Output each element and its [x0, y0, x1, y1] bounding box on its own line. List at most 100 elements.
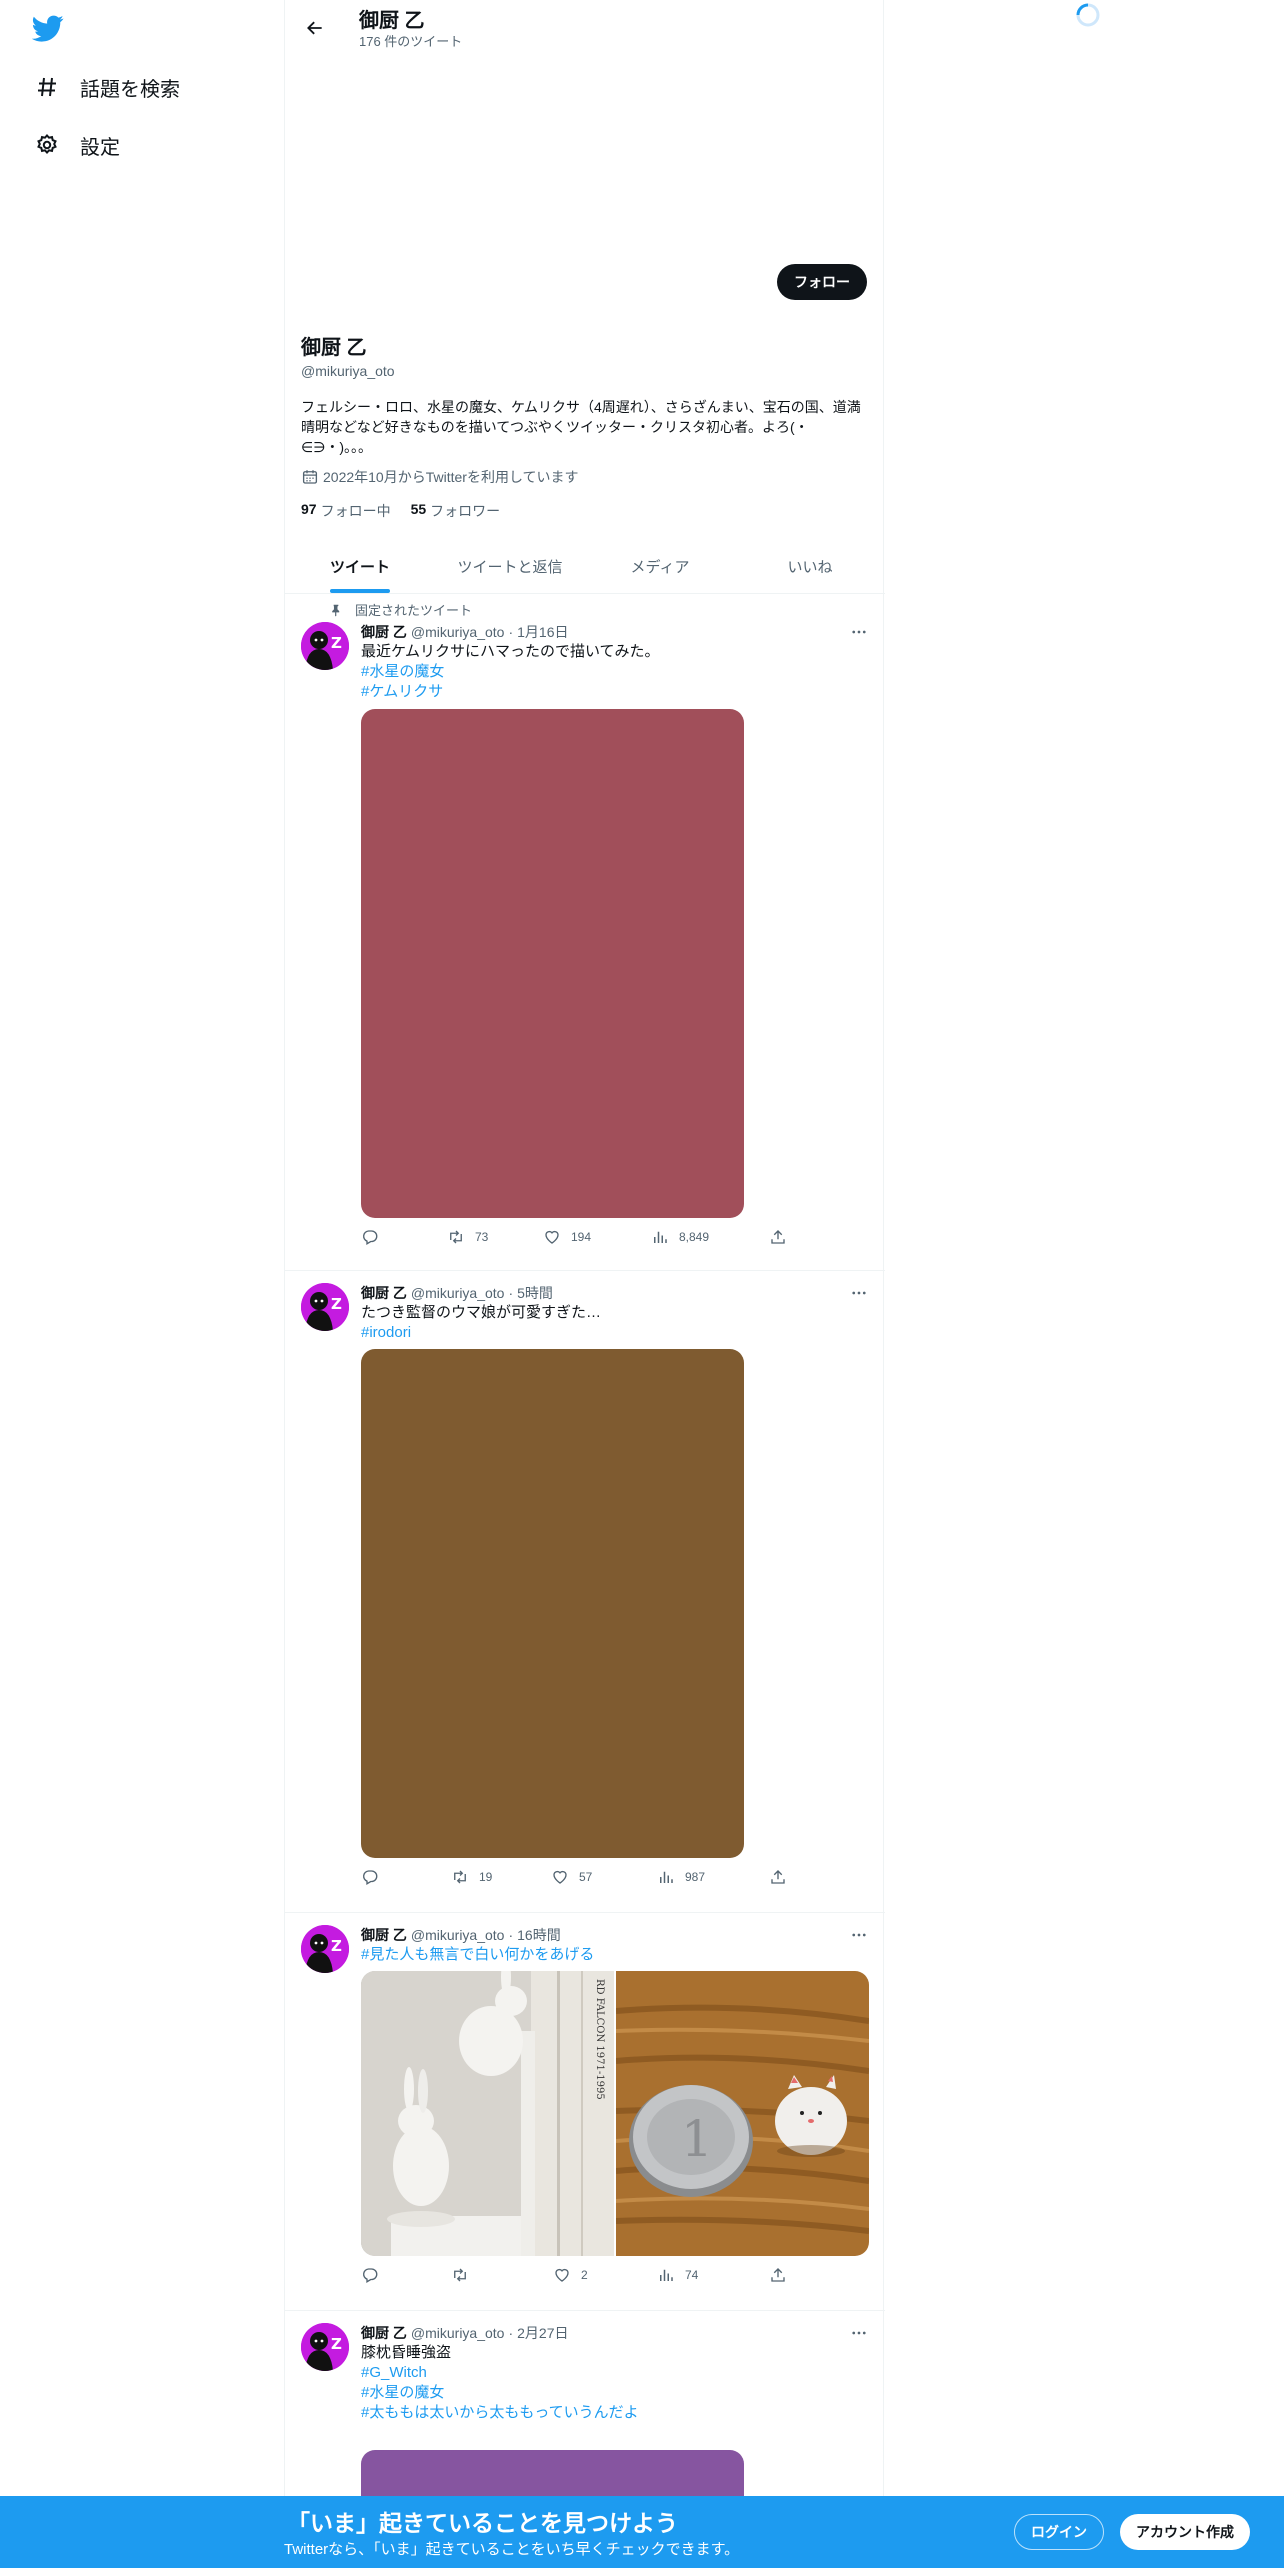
following-link[interactable]: 97 フォロー中: [301, 501, 391, 521]
hashtag-link[interactable]: #水星の魔女: [361, 662, 869, 682]
tweet-time[interactable]: 16時間: [517, 1925, 561, 1945]
like-count: 194: [571, 1230, 592, 1244]
sidebar-item-label: 話題を検索: [80, 78, 180, 101]
svg-text:Z: Z: [331, 1937, 342, 1955]
tweet-content: 御厨 乙 @mikuriya_oto · 5時間 たつき監督のウマ娘が可愛すぎた…: [361, 1283, 869, 1903]
retweet-icon: [454, 2268, 466, 2282]
views-button[interactable]: 987: [657, 1868, 705, 1886]
follow-button[interactable]: フォロー: [777, 264, 867, 300]
tweet-time[interactable]: 5時間: [517, 1283, 553, 1303]
like-button[interactable]: 194: [543, 1228, 591, 1246]
heart-icon: [545, 1230, 559, 1244]
bottom-bar-subtitle: Twitterなら、「いま」起きていることをいち早くチェックできます。: [284, 2541, 740, 2558]
tweet-actions: 2 74: [361, 2266, 791, 2286]
retweet-button[interactable]: 73: [447, 1228, 488, 1246]
tweet-media-image[interactable]: [361, 1349, 744, 1858]
tweet-media-image[interactable]: RD FALCON 1971-1995: [361, 1971, 614, 2256]
tweet-item[interactable]: 固定されたツイート Z 御厨 乙 @mikuriya_oto · 1月16日 最…: [285, 594, 885, 1271]
tweet-author-name[interactable]: 御厨 乙: [361, 622, 407, 642]
tab-tweets[interactable]: ツイート: [285, 540, 435, 593]
hashtag-link[interactable]: #ケムリクサ: [361, 682, 869, 702]
profile-name: 御厨 乙: [301, 337, 367, 359]
like-button[interactable]: 57: [551, 1868, 592, 1886]
tab-media[interactable]: メディア: [585, 540, 735, 593]
retweet-button[interactable]: [451, 2266, 479, 2284]
profile-header: 御厨 乙 176 件のツイート: [285, 0, 885, 54]
tweet-actions: 19 57 987: [361, 1868, 791, 1888]
signup-button[interactable]: アカウント作成: [1120, 2514, 1250, 2550]
followers-link[interactable]: 55 フォロワー: [411, 501, 501, 521]
tweet-author-name[interactable]: 御厨 乙: [361, 2323, 407, 2343]
reply-icon: [363, 1870, 378, 1885]
tweet-author-handle[interactable]: @mikuriya_oto: [411, 624, 505, 640]
tweet-actions: 73 194 8,849: [361, 1228, 791, 1248]
share-button[interactable]: [769, 1228, 797, 1246]
signup-bottom-bar: 「いま」起きていることを見つけよう Twitterなら、「いま」起きていることを…: [0, 2496, 1284, 2568]
tweet-media-image[interactable]: [361, 709, 744, 1218]
more-options-button[interactable]: [849, 2323, 869, 2343]
pin-icon: [332, 604, 340, 616]
tweet-item[interactable]: Z 御厨 乙 @mikuriya_oto · 16時間 #見た人も無言で白い何か…: [285, 1913, 885, 2311]
tab-likes[interactable]: いいね: [735, 540, 885, 593]
reply-button[interactable]: [361, 1868, 389, 1886]
more-options-button[interactable]: [849, 1925, 869, 1945]
main-column: 御厨 乙 176 件のツイート フォロー 御厨 乙 @mikuriya_oto …: [284, 0, 885, 2568]
followers-count: 55: [410, 501, 427, 517]
reply-button[interactable]: [361, 1228, 389, 1246]
profile-joined: 2022年10月からTwitterを利用しています: [301, 467, 869, 487]
tweet-header: 御厨 乙 @mikuriya_oto · 16時間: [361, 1925, 869, 1945]
tweet-media-image[interactable]: 1: [616, 1971, 869, 2256]
loading-spinner-icon: [1075, 2, 1101, 28]
retweet-count: 19: [479, 1870, 493, 1884]
view-count: 987: [685, 1870, 706, 1884]
tweet-author-handle[interactable]: @mikuriya_oto: [411, 1285, 505, 1301]
tweet-header: 御厨 乙 @mikuriya_oto · 1月16日: [361, 622, 869, 642]
login-button[interactable]: ログイン: [1014, 2514, 1104, 2550]
more-options-button[interactable]: [849, 622, 869, 642]
share-button[interactable]: [769, 1868, 797, 1886]
hashtag-link[interactable]: #G_Witch: [361, 2363, 869, 2383]
retweet-icon: [450, 1230, 462, 1244]
sidebar-item-explore[interactable]: 話題を検索: [34, 67, 180, 107]
heart-icon: [555, 2268, 569, 2282]
gear-icon: [34, 132, 60, 158]
tab-tweets-and-replies[interactable]: ツイートと返信: [435, 540, 585, 593]
views-button[interactable]: 8,849: [651, 1228, 709, 1246]
follow-stats: 97 フォロー中 55 フォロワー: [301, 501, 869, 521]
tweet-author-name[interactable]: 御厨 乙: [361, 1283, 407, 1303]
like-button[interactable]: 2: [553, 2266, 588, 2284]
tweet-item[interactable]: Z 御厨 乙 @mikuriya_oto · 5時間 たつき監督のウマ娘が可愛す…: [285, 1271, 885, 1913]
tweet-time[interactable]: 2月27日: [517, 2323, 568, 2343]
profile-bio: フェルシー・ロロ、水星の魔女、ケムリクサ（4周遅れ）、さらざんまい、宝石の国、道…: [301, 399, 861, 455]
avatar[interactable]: Z: [301, 2323, 349, 2371]
twitter-bird-icon[interactable]: [31, 12, 66, 46]
share-button[interactable]: [769, 2266, 797, 2284]
avatar[interactable]: Z: [301, 622, 349, 670]
view-count: 74: [685, 2268, 699, 2282]
tweet-time[interactable]: 1月16日: [517, 622, 568, 642]
hashtag-link[interactable]: #太ももは太いから太ももっていうんだよ: [361, 2403, 869, 2423]
book-spine-text: RD FALCON 1971-1995: [594, 1979, 605, 2100]
tweet-author-name[interactable]: 御厨 乙: [361, 1925, 407, 1945]
avatar[interactable]: Z: [301, 1925, 349, 1973]
back-button[interactable]: [297, 10, 333, 46]
avatar[interactable]: Z: [301, 1283, 349, 1331]
retweet-button[interactable]: 19: [451, 1868, 492, 1886]
tweet-item[interactable]: Z 御厨 乙 @mikuriya_oto · 2月27日 膝枕昏睡強盗 #G_W…: [285, 2311, 885, 2510]
views-button[interactable]: 74: [657, 2266, 698, 2284]
reply-button[interactable]: [361, 2266, 389, 2284]
hashtag-link[interactable]: #irodori: [361, 1323, 869, 1343]
sidebar-item-settings[interactable]: 設定: [34, 125, 120, 165]
ellipsis-icon: [852, 630, 866, 634]
tweet-author-handle[interactable]: @mikuriya_oto: [411, 1927, 505, 1943]
svg-text:Z: Z: [331, 634, 342, 652]
tweet-author-handle[interactable]: @mikuriya_oto: [411, 2325, 505, 2341]
ellipsis-icon: [852, 1933, 866, 1937]
share-icon: [771, 1230, 785, 1244]
joined-text: 2022年10月からTwitterを利用しています: [323, 469, 579, 485]
profile-handle: @mikuriya_oto: [301, 363, 395, 379]
hashtag-link[interactable]: #水星の魔女: [361, 2383, 869, 2403]
hashtag-link[interactable]: #見た人も無言で白い何かをあげる: [361, 1945, 869, 1965]
following-label: フォロー中: [320, 503, 391, 519]
more-options-button[interactable]: [849, 1283, 869, 1303]
